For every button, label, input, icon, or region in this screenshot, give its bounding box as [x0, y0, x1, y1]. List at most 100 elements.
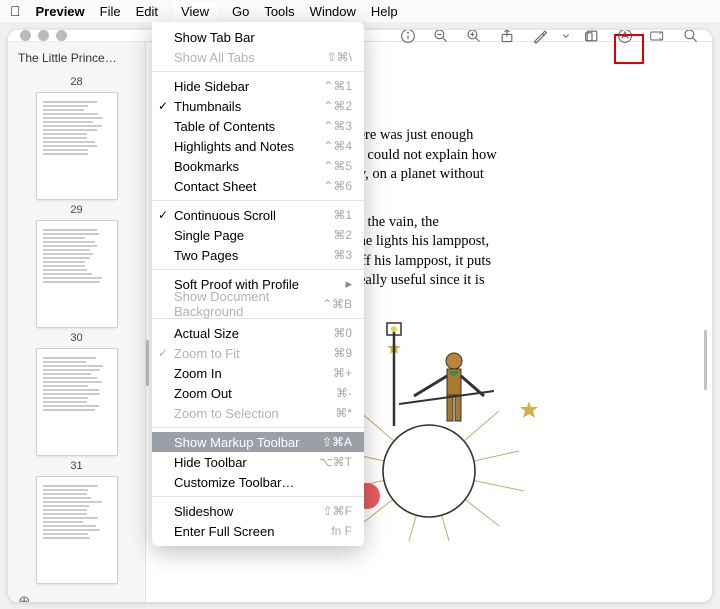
thumbnail-page[interactable]	[36, 476, 118, 584]
menu-item-zoom-to-selection: Zoom to Selection ⌘*	[152, 403, 364, 423]
thumbnail-page-number: 29	[70, 204, 82, 216]
menu-item-zoom-out[interactable]: Zoom Out⌘-	[152, 383, 364, 403]
menu-window[interactable]: Window	[310, 4, 356, 19]
menu-item-show-all-tabs: Show All Tabs ⇧⌘\	[152, 47, 364, 67]
menu-item-show-document-background: Show Document Background⌃⌘B	[152, 294, 364, 314]
menu-item-thumbnails[interactable]: ✓Thumbnails⌃⌘2	[152, 96, 364, 116]
zoom-out-icon[interactable]	[430, 30, 452, 47]
shortcut-label: ⌘1	[333, 208, 352, 222]
menu-item-continuous-scroll[interactable]: ✓Continuous Scroll⌘1	[152, 205, 364, 225]
info-icon[interactable]	[397, 30, 419, 47]
zoom-in-icon[interactable]	[463, 30, 485, 47]
menu-item-bookmarks[interactable]: Bookmarks ⌃⌘5	[152, 156, 364, 176]
menu-item-show-tab-bar[interactable]: Show Tab Bar	[152, 27, 364, 47]
rotate-icon[interactable]	[581, 30, 603, 47]
menu-item-label: Enter Full Screen	[174, 524, 274, 539]
menu-go[interactable]: Go	[232, 4, 249, 19]
menu-item-label: Zoom In	[174, 366, 222, 381]
share-icon[interactable]	[496, 30, 518, 47]
close-button[interactable]	[20, 30, 31, 41]
menu-edit[interactable]: Edit	[136, 4, 158, 19]
menu-item-hide-sidebar[interactable]: Hide Sidebar ⌃⌘1	[152, 76, 364, 96]
shortcut-label: ⇧⌘\	[327, 50, 352, 64]
menu-item-label: Continuous Scroll	[174, 208, 276, 223]
thumbnail-page-number: 30	[70, 332, 82, 344]
content-scrollbar[interactable]	[704, 330, 707, 390]
highlight-annotation	[614, 34, 644, 64]
shortcut-label: ⇧⌘A	[322, 435, 352, 449]
shortcut-label: ⌃⌘5	[323, 159, 352, 173]
menu-item-zoom-to-fit: ✓Zoom to Fit⌘9	[152, 343, 364, 363]
apple-menu[interactable]: 	[10, 3, 21, 19]
thumbnail-sidebar: The Little Prince… 28 29 30 31 ⊕	[8, 42, 146, 602]
menu-item-label: Bookmarks	[174, 159, 239, 174]
thumbnail-list[interactable]: 28 29 30 31	[8, 74, 145, 586]
menu-item-show-markup-toolbar[interactable]: Show Markup Toolbar ⇧⌘A	[152, 432, 364, 452]
menu-item-label: Slideshow	[174, 504, 233, 519]
menu-item-label: Hide Sidebar	[174, 79, 249, 94]
menu-item-highlights-and-notes[interactable]: Highlights and Notes ⌃⌘4	[152, 136, 364, 156]
add-page-button[interactable]: ⊕	[8, 586, 145, 602]
shortcut-label: ⌃⌘2	[323, 99, 352, 113]
shortcut-label: ⌘3	[333, 248, 352, 262]
menu-item-label: Hide Toolbar	[174, 455, 247, 470]
shortcut-label: ⌃⌘3	[323, 119, 352, 133]
menu-item-customize-toolbar[interactable]: Customize Toolbar…	[152, 472, 364, 492]
shortcut-label: ⌃⌘B	[322, 297, 352, 311]
traffic-lights	[8, 30, 67, 41]
menu-item-two-pages[interactable]: Two Pages ⌘3	[152, 245, 364, 265]
sidebar-scrollbar[interactable]	[146, 340, 149, 386]
menu-item-actual-size[interactable]: Actual Size⌘0	[152, 323, 364, 343]
thumbnail-page[interactable]	[36, 348, 118, 456]
menu-file[interactable]: File	[100, 4, 121, 19]
shortcut-label: ⌘+	[333, 366, 352, 380]
shortcut-label: ⌃⌘1	[323, 79, 352, 93]
thumbnail-page[interactable]	[36, 92, 118, 200]
menu-item-label: Table of Contents	[174, 119, 275, 134]
shortcut-label: ⌘9	[333, 346, 352, 360]
menu-item-label: Show Tab Bar	[174, 30, 255, 45]
menu-item-label: Show Document Background	[174, 289, 322, 319]
menu-item-label: Zoom to Fit	[174, 346, 240, 361]
shortcut-label: fn F	[331, 524, 352, 538]
system-menubar:  Preview File Edit View Go Tools Window…	[0, 0, 720, 22]
menu-item-slideshow[interactable]: Slideshow ⇧⌘F	[152, 501, 364, 521]
menu-item-hide-toolbar[interactable]: Hide Toolbar ⌥⌘T	[152, 452, 364, 472]
menu-view[interactable]: View	[173, 2, 217, 21]
menu-item-label: Thumbnails	[174, 99, 241, 114]
menu-item-table-of-contents[interactable]: Table of Contents ⌃⌘3	[152, 116, 364, 136]
menu-item-label: Zoom to Selection	[174, 406, 279, 421]
shortcut-label: ⌘*	[335, 406, 352, 420]
app-name-menu[interactable]: Preview	[36, 4, 85, 19]
menu-item-label: Actual Size	[174, 326, 239, 341]
shortcut-label: ⇧⌘F	[323, 504, 352, 518]
menu-item-label: Customize Toolbar…	[174, 475, 294, 490]
search-icon[interactable]	[680, 30, 702, 47]
form-icon[interactable]	[647, 30, 669, 47]
menu-item-single-page[interactable]: Single Page ⌘2	[152, 225, 364, 245]
view-menu-dropdown: Show Tab Bar Show All Tabs ⇧⌘\ Hide Sidebar…	[152, 22, 364, 546]
menu-item-enter-full-screen[interactable]: Enter Full Screen fn F	[152, 521, 364, 541]
shortcut-label: ⌘2	[333, 228, 352, 242]
chevron-down-icon[interactable]	[562, 30, 570, 47]
menu-item-label: Two Pages	[174, 248, 238, 263]
thumbnail-page-number: 28	[70, 76, 82, 88]
menu-help[interactable]: Help	[371, 4, 398, 19]
menu-tools[interactable]: Tools	[264, 4, 294, 19]
menu-item-label: Show Markup Toolbar	[174, 435, 300, 450]
shortcut-label: ⌃⌘4	[323, 139, 352, 153]
menu-item-label: Contact Sheet	[174, 179, 256, 194]
thumbnail-page[interactable]	[36, 220, 118, 328]
menu-item-contact-sheet[interactable]: Contact Sheet⌃⌘6	[152, 176, 364, 196]
fullscreen-button[interactable]	[56, 30, 67, 41]
menu-item-label: Single Page	[174, 228, 244, 243]
menu-item-label: Show All Tabs	[174, 50, 255, 65]
thumbnail-page-number: 31	[70, 460, 82, 472]
document-title: The Little Prince…	[8, 42, 145, 74]
menu-item-zoom-in[interactable]: Zoom In ⌘+	[152, 363, 364, 383]
shortcut-label: ⌥⌘T	[319, 455, 352, 469]
minimize-button[interactable]	[38, 30, 49, 41]
shortcut-label: ⌘-	[336, 386, 352, 400]
highlight-icon[interactable]	[529, 30, 551, 47]
menu-item-label: Highlights and Notes	[174, 139, 294, 154]
